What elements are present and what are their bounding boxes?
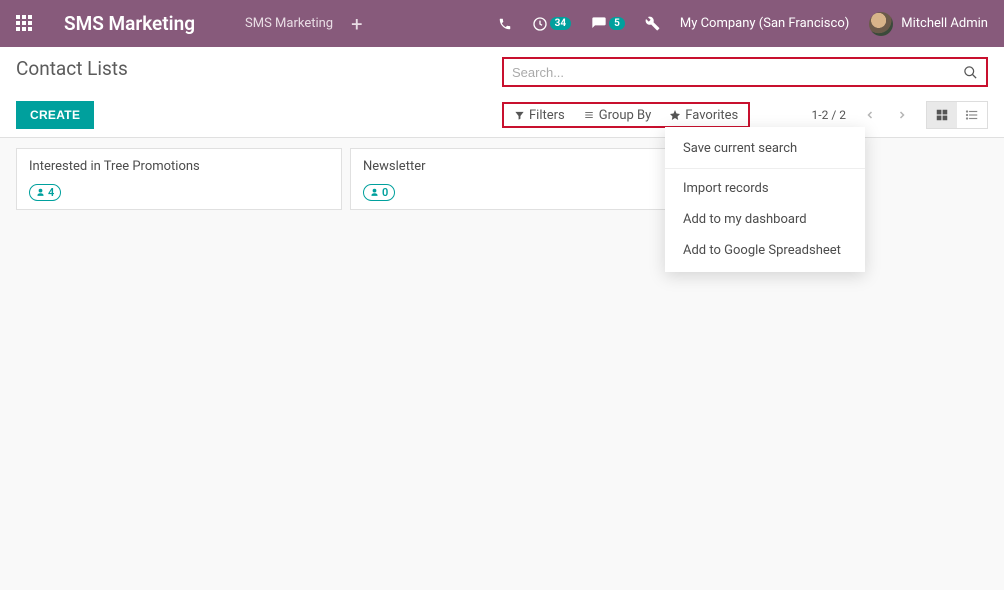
filter-group: Filters Group By Favorites xyxy=(502,102,750,128)
favorites-label: Favorites xyxy=(685,108,738,123)
kanban-card[interactable]: Newsletter 0 xyxy=(350,148,676,210)
pager-next[interactable] xyxy=(894,107,910,123)
nav-add-button[interactable]: + xyxy=(351,12,362,36)
favorites-add-google[interactable]: Add to Google Spreadsheet xyxy=(665,235,865,266)
list-view-button[interactable] xyxy=(957,102,987,128)
user-menu[interactable]: Mitchell Admin xyxy=(869,12,988,36)
avatar xyxy=(869,12,893,36)
activities-badge: 34 xyxy=(550,17,571,30)
recipient-count: 0 xyxy=(382,186,388,199)
chevron-left-icon xyxy=(864,109,876,121)
nav-sms-marketing[interactable]: SMS Marketing xyxy=(245,16,333,31)
list-icon xyxy=(965,108,979,122)
card-title: Interested in Tree Promotions xyxy=(29,159,329,174)
recipient-count: 4 xyxy=(48,186,54,199)
phone-icon[interactable] xyxy=(498,17,512,31)
group-by-label: Group By xyxy=(599,108,652,123)
group-by-icon xyxy=(583,110,595,120)
filter-icon xyxy=(514,110,525,121)
user-icon xyxy=(370,188,379,197)
search-box[interactable] xyxy=(502,57,988,87)
control-panel: Contact Lists CREATE Filters Group By Fa… xyxy=(0,47,1004,138)
card-title: Newsletter xyxy=(363,159,663,174)
activities-icon[interactable]: 34 xyxy=(532,16,571,32)
page-title: Contact Lists xyxy=(16,57,502,87)
filters-button[interactable]: Filters xyxy=(514,108,565,123)
view-switch xyxy=(926,101,988,129)
pager-prev[interactable] xyxy=(862,107,878,123)
dropdown-divider xyxy=(665,168,865,169)
brand-title: SMS Marketing xyxy=(64,12,195,35)
search-icon[interactable] xyxy=(963,65,978,80)
kanban-view-button[interactable] xyxy=(927,102,957,128)
recipient-count-pill[interactable]: 4 xyxy=(29,184,61,201)
user-name: Mitchell Admin xyxy=(901,16,988,31)
pager-text: 1-2 / 2 xyxy=(812,108,846,122)
discuss-badge: 5 xyxy=(609,17,625,30)
kanban-card[interactable]: Interested in Tree Promotions 4 xyxy=(16,148,342,210)
star-icon xyxy=(669,109,681,121)
favorites-import-records[interactable]: Import records xyxy=(665,173,865,204)
debug-icon[interactable] xyxy=(645,16,660,31)
pager-group: 1-2 / 2 xyxy=(812,101,988,129)
toolbar-row: Filters Group By Favorites Save current … xyxy=(502,101,988,129)
user-icon xyxy=(36,188,45,197)
discuss-icon[interactable]: 5 xyxy=(591,16,625,32)
topbar: SMS Marketing SMS Marketing + 34 5 My Co… xyxy=(0,0,1004,47)
create-button[interactable]: CREATE xyxy=(16,101,94,129)
kanban-icon xyxy=(935,108,949,122)
search-wrap xyxy=(502,57,988,87)
favorites-button[interactable]: Favorites xyxy=(669,108,738,123)
group-by-button[interactable]: Group By xyxy=(583,108,652,123)
favorites-add-dashboard[interactable]: Add to my dashboard xyxy=(665,204,865,235)
recipient-count-pill[interactable]: 0 xyxy=(363,184,395,201)
filters-label: Filters xyxy=(529,108,565,123)
favorites-dropdown: Save current search Import records Add t… xyxy=(665,127,865,272)
chevron-right-icon xyxy=(896,109,908,121)
favorites-save-search[interactable]: Save current search xyxy=(665,133,865,164)
apps-icon[interactable] xyxy=(16,15,34,33)
search-input[interactable] xyxy=(512,65,963,80)
company-selector[interactable]: My Company (San Francisco) xyxy=(680,16,849,31)
